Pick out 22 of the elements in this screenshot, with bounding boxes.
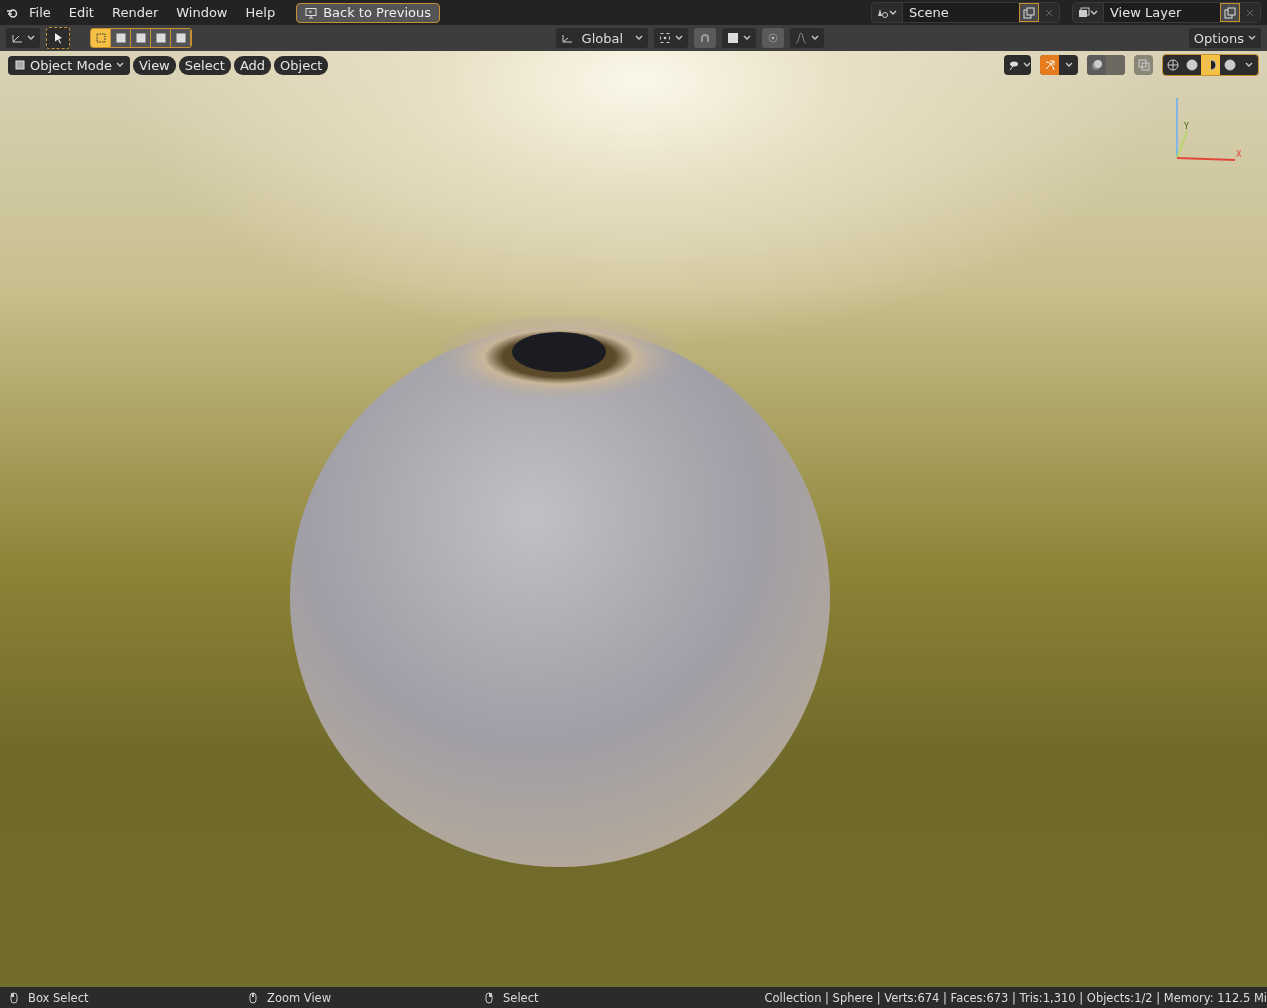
3d-viewport[interactable]: Object Mode View Select Add Object X Y: [0, 51, 1267, 987]
header-menu[interactable]: Object: [274, 55, 329, 75]
header-menu[interactable]: Add: [233, 55, 272, 75]
back-to-previous-button[interactable]: Back to Previous: [296, 2, 440, 23]
menu-item[interactable]: Edit: [61, 3, 101, 22]
status-hint: Box Select: [28, 990, 89, 1005]
menu-item[interactable]: Help: [238, 3, 283, 22]
header-menu[interactable]: View: [132, 55, 176, 75]
view-layer-selector[interactable]: View Layer: [1072, 2, 1261, 23]
menu-item[interactable]: Render: [104, 3, 166, 22]
menu-item[interactable]: Window: [169, 3, 235, 22]
options-dropdown[interactable]: Options: [1188, 28, 1261, 48]
status-hint: Zoom View: [267, 990, 332, 1005]
menu-item[interactable]: File: [22, 3, 58, 22]
header-menu[interactable]: Select: [178, 55, 231, 75]
mode-dropdown[interactable]: Object Mode: [8, 55, 130, 75]
scene-statistics: Collection | Sphere | Verts:674 | Faces:673 | Tris:1,310 | Objects:1/2 | Memory: 112.5 Mi: [764, 990, 1267, 1005]
orientation-dropdown[interactable]: Global: [556, 28, 649, 48]
scene-selector[interactable]: Scene: [871, 2, 1060, 23]
axis-label: Y: [1184, 122, 1189, 131]
status-hint: Select: [503, 990, 539, 1005]
axis-label: X: [1236, 150, 1242, 159]
